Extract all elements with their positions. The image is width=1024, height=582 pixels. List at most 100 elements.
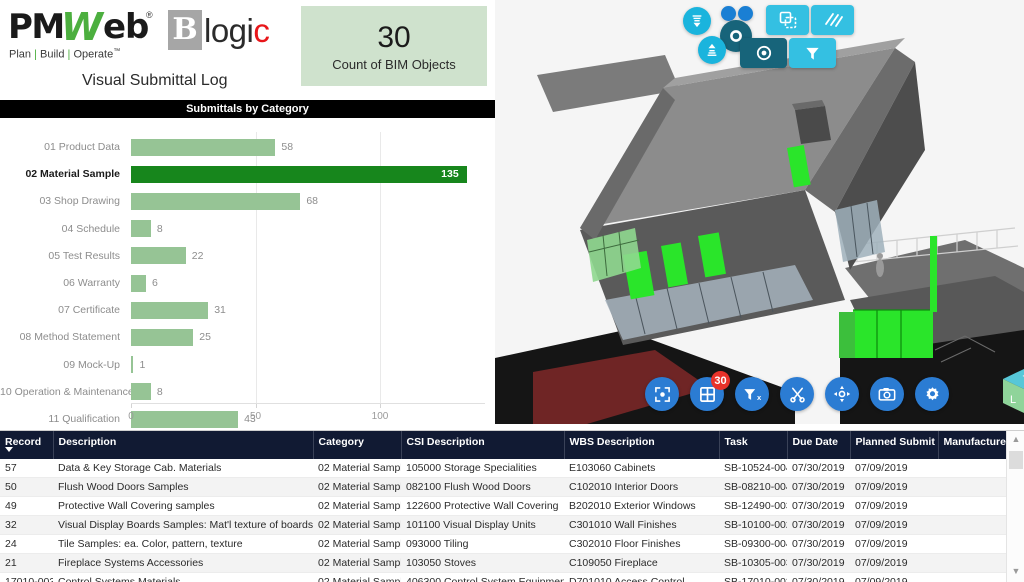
table-cell: 406300 Control System Equipment: [401, 572, 564, 582]
clear-filter-button[interactable]: x: [735, 377, 769, 411]
section-down-icon[interactable]: [683, 7, 711, 35]
chart-bar-value: 135: [441, 168, 459, 181]
table-column-header[interactable]: Manufacturer: [938, 431, 1007, 459]
chart-bar-row[interactable]: 08 Method Statement 25: [0, 322, 495, 352]
table-column-header[interactable]: Due Date: [787, 431, 851, 459]
chart-bar[interactable]: [131, 328, 194, 346]
table-cell: E103060 Cabinets: [564, 459, 719, 478]
chart-bar[interactable]: [131, 274, 146, 292]
table-cell: 24: [0, 534, 53, 554]
chart-bar-value: 8: [156, 385, 163, 398]
table-cell: B202010 Exterior Windows: [564, 496, 719, 516]
blogic-logo-b: B: [172, 12, 198, 47]
chart-bar[interactable]: [131, 301, 209, 319]
table-cell: 07/09/2019: [850, 459, 938, 478]
table-row[interactable]: 17010-003 Control Systems Materials 02 Mat…: [0, 572, 1006, 582]
filter-icon[interactable]: [789, 38, 836, 68]
table-cell: 082100 Flush Wood Doors: [401, 477, 564, 497]
snapshot-button[interactable]: [870, 377, 904, 411]
section-up-icon[interactable]: [698, 36, 726, 64]
table-cell: 17010-003: [0, 572, 53, 582]
table-column-header[interactable]: Planned Submit: [850, 431, 939, 459]
table-cell: 02 Material Sample: [313, 459, 401, 478]
fit-to-view-button[interactable]: [645, 377, 679, 411]
chart-bar-row[interactable]: 03 Shop Drawing 68: [0, 186, 495, 216]
blogic-logo-box: B: [168, 10, 202, 50]
scrollbar-thumb[interactable]: [1009, 451, 1023, 469]
markup-dots-secondary-icon[interactable]: [738, 6, 753, 21]
scissors-icon: [789, 387, 805, 403]
submittals-table: Record Description Category CSI Description…: [0, 431, 1007, 582]
svg-text:x: x: [757, 392, 761, 401]
table-header: Record Description Category CSI Description…: [0, 431, 1007, 459]
chart-category-label: 05 Test Results: [48, 249, 120, 262]
table-scrollbar[interactable]: ▲ ▼: [1006, 431, 1024, 582]
bim-3d-viewer[interactable]: T L F 30: [495, 0, 1024, 424]
chart-bar-value: 68: [306, 195, 318, 208]
table-cell: [938, 572, 1006, 582]
chart-plot-area: 01 Product Data 58 02 Material Sample 135 03…: [0, 118, 495, 430]
view-cube[interactable]: T L F: [999, 365, 1024, 417]
table-row[interactable]: 49 Protective Wall Covering samples 02 Mat…: [0, 496, 1006, 516]
copy-object-icon[interactable]: [766, 5, 809, 35]
move-navigate-button[interactable]: [825, 377, 859, 411]
chart-bar-row[interactable]: 09 Mock-Up 1: [0, 350, 495, 380]
focus-point-icon[interactable]: [740, 38, 787, 68]
table-column-header[interactable]: Category: [313, 431, 402, 459]
chart-bar-value: 6: [151, 277, 158, 289]
table-cell: 07/30/2019: [787, 496, 850, 516]
hatch-pattern-icon[interactable]: [811, 5, 854, 35]
chart-bar[interactable]: [131, 138, 276, 156]
section-cut-button[interactable]: [780, 377, 814, 411]
chart-bar-row[interactable]: 04 Schedule 8: [0, 214, 495, 244]
table-row[interactable]: 24 Tile Samples: ea. Color, pattern, text…: [0, 534, 1006, 554]
table-row[interactable]: 21 Fireplace Systems Accessories 02 Materi…: [0, 553, 1006, 573]
table-cell: 07/30/2019: [787, 572, 850, 582]
pmweb-tagline-sep1: |: [31, 48, 41, 61]
kpi-value: 30: [377, 20, 411, 54]
hatch-glyph: [824, 13, 843, 27]
chart-bar[interactable]: [131, 192, 301, 210]
submittals-table-panel: Record Description Category CSI Description…: [0, 430, 1024, 582]
chart-bar[interactable]: [131, 410, 239, 428]
table-column-header[interactable]: WBS Description: [564, 431, 720, 459]
camera-icon: [878, 388, 896, 401]
chart-x-tick-mark: [255, 404, 257, 408]
markup-dots-icon[interactable]: [721, 6, 736, 21]
grid-objects-button[interactable]: 30: [690, 371, 730, 411]
table-cell: SB-10305-003: [719, 553, 787, 573]
pmweb-tagline-build: Build: [40, 48, 65, 61]
table-column-header[interactable]: Task: [719, 431, 788, 459]
chart-bar-row[interactable]: 01 Product Data 58: [0, 132, 495, 162]
chart-bar-row[interactable]: 06 Warranty 6: [0, 268, 495, 298]
chart-category-label: 03 Shop Drawing: [39, 195, 120, 208]
scroll-up-arrow[interactable]: ▲: [1007, 431, 1024, 447]
table-cell: SB-12490-003: [719, 496, 787, 516]
chart-bar[interactable]: [131, 383, 151, 401]
settings-button[interactable]: [915, 377, 949, 411]
chart-bar[interactable]: [131, 356, 134, 374]
chart-category-label: 04 Schedule: [61, 222, 120, 235]
table-column-header[interactable]: Record: [0, 431, 54, 459]
table-cell: 49: [0, 496, 53, 516]
chart-bar[interactable]: [131, 165, 468, 183]
table-row[interactable]: 57 Data & Key Storage Cab. Materials 02 Ma…: [0, 459, 1006, 478]
scroll-down-arrow[interactable]: ▼: [1007, 563, 1024, 579]
kpi-card-bim-objects[interactable]: 30 Count of BIM Objects: [301, 6, 487, 86]
table-column-header[interactable]: CSI Description: [401, 431, 565, 459]
chart-bar-row[interactable]: 02 Material Sample 135: [0, 159, 495, 189]
table-cell: 07/30/2019: [787, 534, 850, 554]
chart-bar-row[interactable]: 07 Certificate 31: [0, 295, 495, 325]
table-row[interactable]: 50 Flush Wood Doors Samples 02 Material Sa…: [0, 477, 1006, 497]
view-cube-left-label: L: [1010, 394, 1016, 406]
viewer-bottom-toolbar: 30 x: [645, 371, 949, 411]
pmweb-logo-pm: PM: [8, 7, 65, 47]
chart-bar-row[interactable]: 05 Test Results 22: [0, 241, 495, 271]
chart-x-tick-label: 100: [371, 411, 389, 422]
chart-bar[interactable]: [131, 220, 151, 238]
chart-x-tick-label: 50: [249, 411, 262, 422]
table-row[interactable]: 32 Visual Display Boards Samples: Mat'l t…: [0, 515, 1006, 535]
table-column-header[interactable]: Description: [53, 431, 314, 459]
chart-bar[interactable]: [131, 247, 186, 265]
table-cell: 101100 Visual Display Units: [401, 515, 564, 535]
